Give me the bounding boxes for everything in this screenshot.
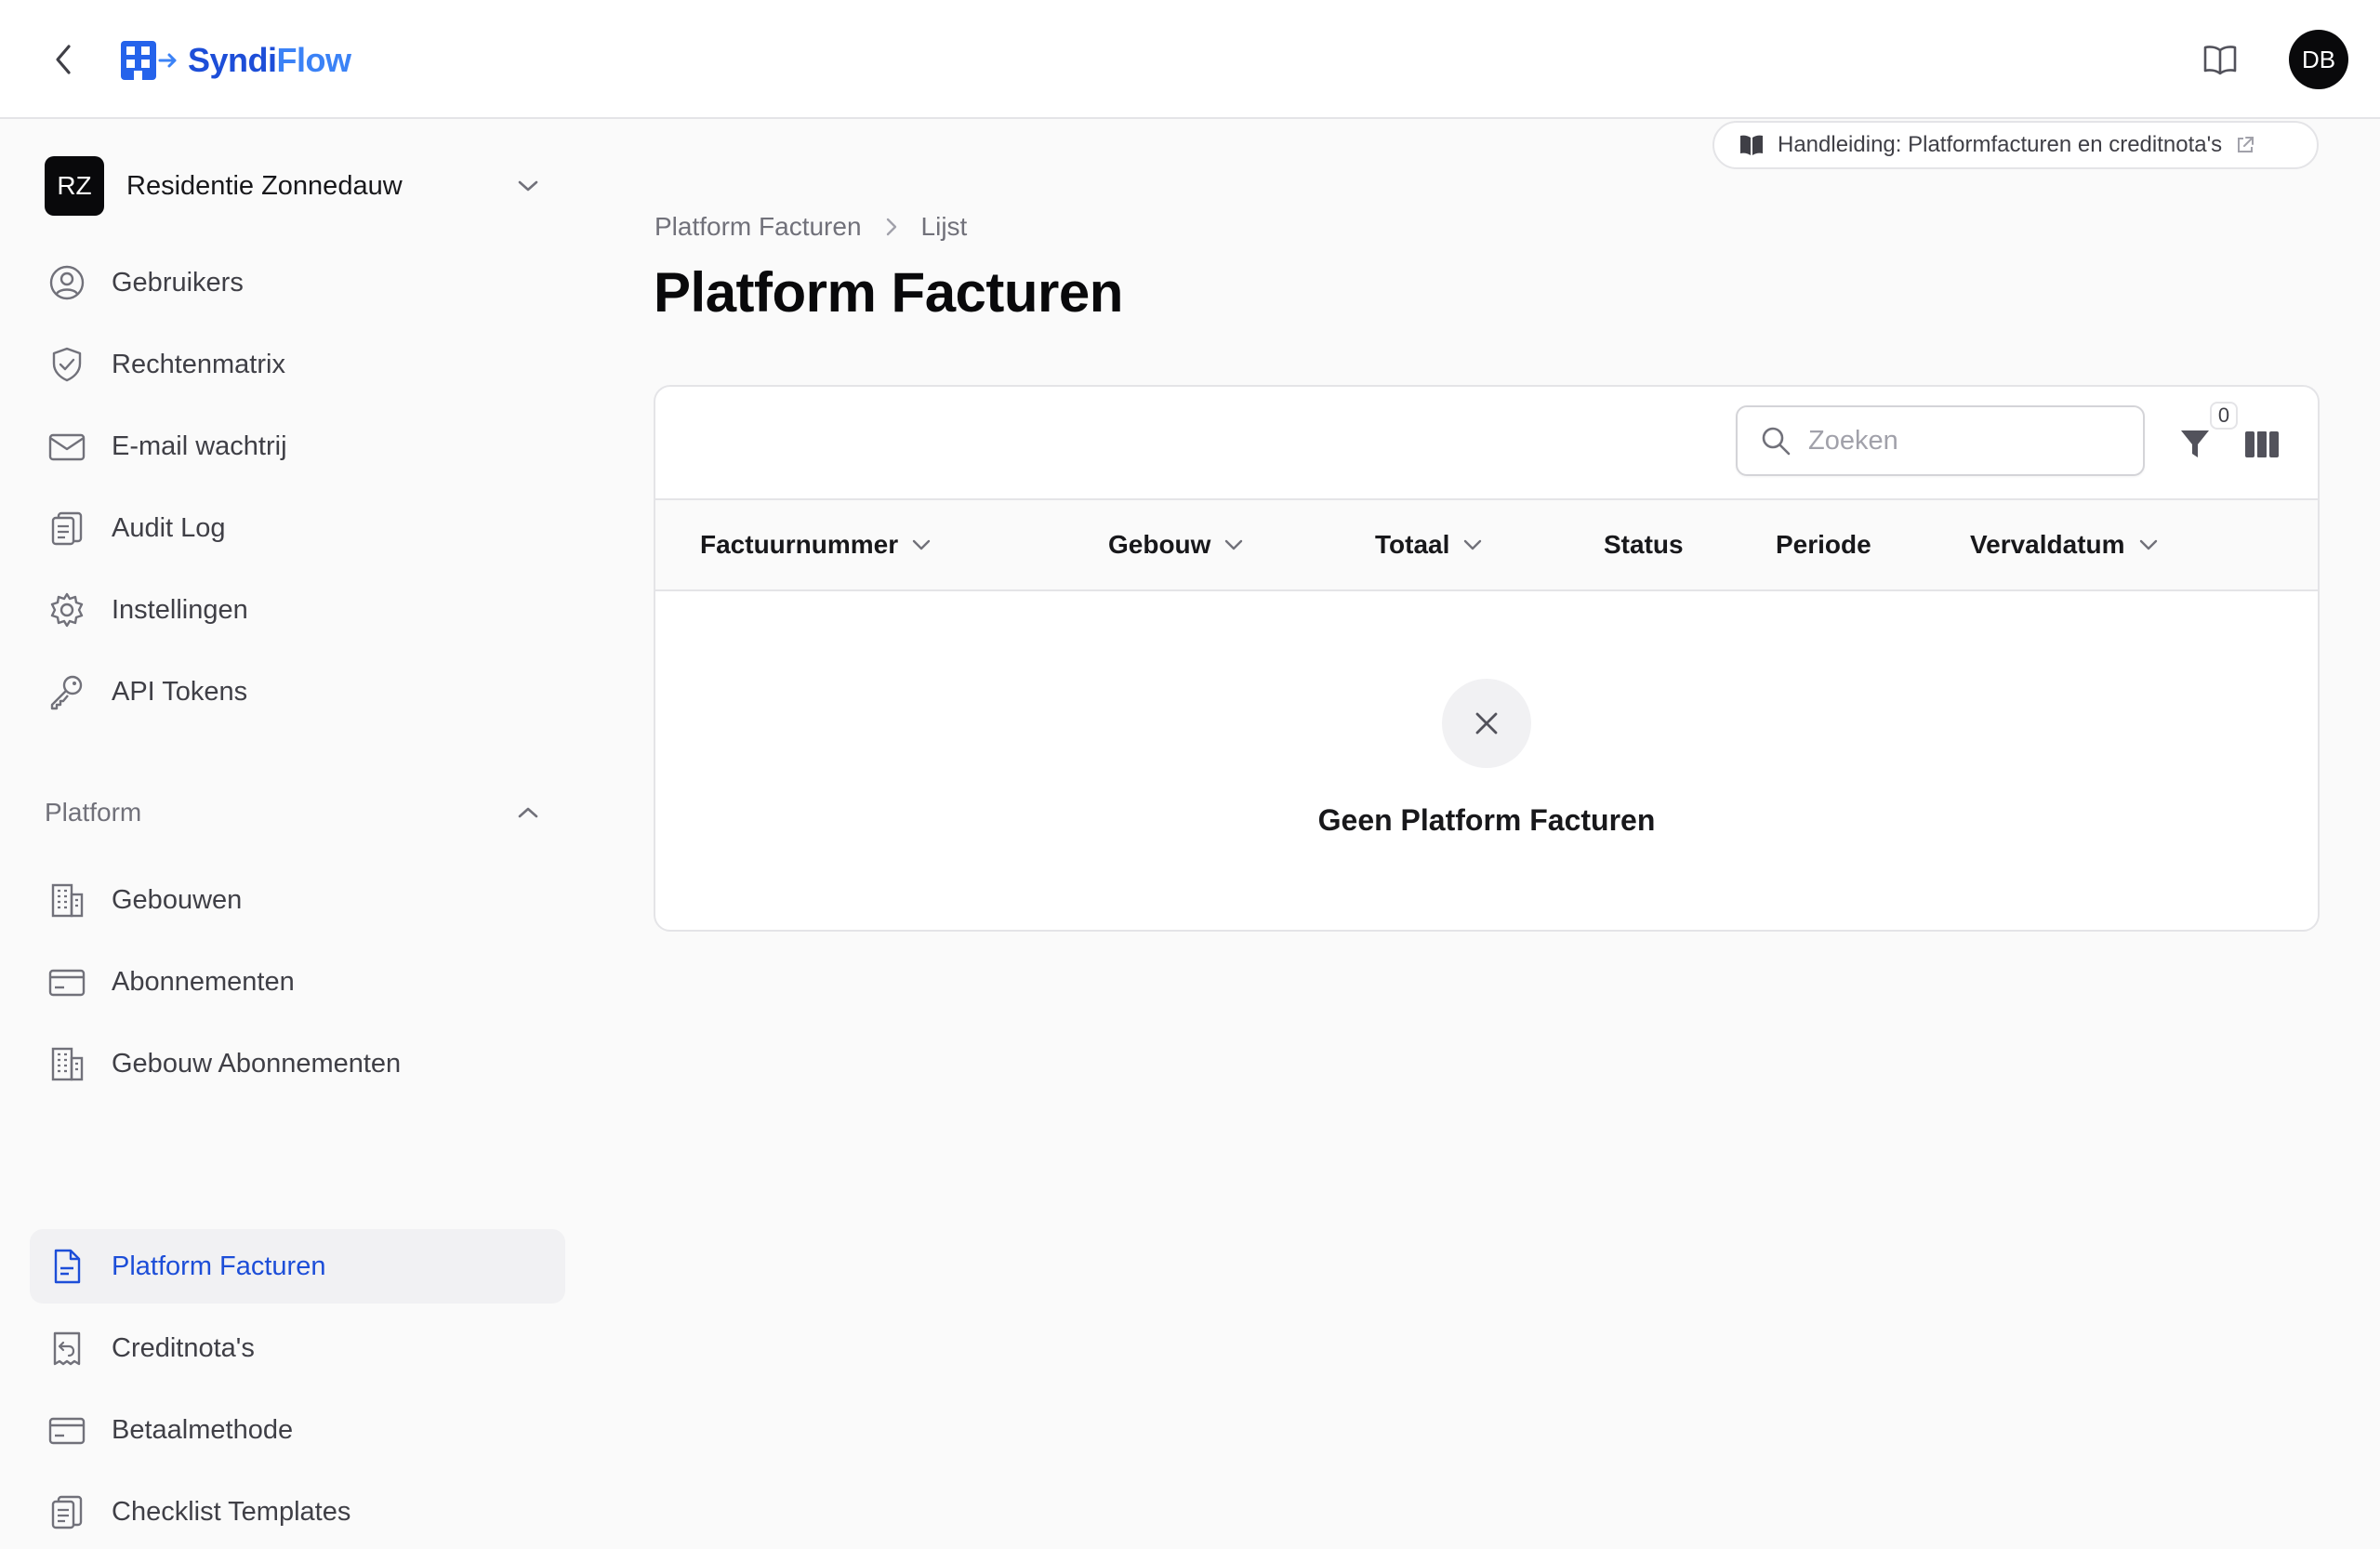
guide-link[interactable]: Handleiding: Platformfacturen en creditn…	[1712, 121, 2319, 169]
sidebar: RZ Residentie Zonnedauw Gebruikers Recht…	[0, 121, 595, 1529]
chevron-down-icon	[912, 539, 931, 550]
credit-card-icon	[46, 961, 87, 1002]
chevron-down-icon	[1464, 539, 1482, 550]
envelope-icon	[46, 426, 87, 467]
app-logo[interactable]: SyndiFlow	[119, 37, 351, 84]
invoices-table-card: 0 Factuurnummer Gebouw Totaal Status Per…	[654, 385, 2320, 932]
sidebar-item-gebouw-abonnementen[interactable]: Gebouw Abonnementen	[30, 1026, 565, 1101]
filter-icon	[2181, 430, 2209, 457]
chevron-right-icon	[886, 218, 896, 236]
tenant-switcher[interactable]: RZ Residentie Zonnedauw	[45, 156, 554, 216]
sidebar-item-api-tokens[interactable]: API Tokens	[30, 655, 565, 729]
search-box[interactable]	[1736, 405, 2145, 476]
user-circle-icon	[46, 262, 87, 303]
user-avatar[interactable]: DB	[2289, 30, 2348, 89]
sidebar-item-label: Abonnementen	[112, 966, 295, 997]
sidebar-item-platform-facturen[interactable]: Platform Facturen	[30, 1229, 565, 1304]
sidebar-item-label: Betaalmethode	[112, 1414, 294, 1445]
gear-icon	[46, 589, 87, 630]
documentation-button[interactable]	[2196, 37, 2244, 82]
search-input[interactable]	[1808, 425, 2124, 457]
logo-icon	[121, 41, 177, 80]
close-icon	[1475, 712, 1498, 735]
sidebar-item-checklist-templates[interactable]: Checklist Templates	[30, 1475, 565, 1549]
table-header: Factuurnummer Gebouw Totaal Status Perio…	[655, 498, 2318, 591]
building-icon	[46, 880, 87, 920]
sidebar-item-label: Audit Log	[112, 512, 226, 543]
column-header-factuurnummer[interactable]: Factuurnummer	[700, 500, 932, 589]
key-icon	[46, 671, 87, 712]
empty-state-message: Geen Platform Facturen	[1317, 803, 1656, 837]
breadcrumb-current: Lijst	[920, 212, 968, 241]
sidebar-item-label: API Tokens	[112, 676, 248, 707]
column-header-label: Periode	[1776, 530, 1871, 559]
document-icon	[46, 1246, 87, 1287]
clipboard-icon	[46, 508, 87, 549]
table-toolbar: 0	[655, 387, 2318, 498]
column-header-periode: Periode	[1776, 500, 1871, 589]
back-button[interactable]	[41, 33, 86, 86]
breadcrumb: Platform Facturen Lijst	[654, 208, 967, 245]
tenant-avatar: RZ	[45, 156, 104, 216]
sidebar-item-abonnementen[interactable]: Abonnementen	[30, 945, 565, 1019]
sidebar-item-email-wachtrij[interactable]: E-mail wachtrij	[30, 409, 565, 483]
page-title: Platform Facturen	[654, 261, 1123, 324]
sidebar-item-label: Instellingen	[112, 594, 248, 625]
sidebar-item-label: Checklist Templates	[112, 1496, 351, 1527]
chevron-down-icon	[518, 180, 538, 192]
sidebar-item-label: Gebouw Abonnementen	[112, 1048, 402, 1079]
top-bar: SyndiFlow DB	[0, 0, 2380, 119]
sidebar-item-rechtenmatrix[interactable]: Rechtenmatrix	[30, 327, 565, 402]
sidebar-item-label: Platform Facturen	[112, 1251, 326, 1281]
column-header-vervaldatum[interactable]: Vervaldatum	[1970, 500, 2159, 589]
sidebar-item-gebouwen[interactable]: Gebouwen	[30, 863, 565, 937]
guide-link-label: Handleiding: Platformfacturen en creditn…	[1778, 132, 2223, 157]
shield-check-icon	[46, 344, 87, 385]
filter-count-badge: 0	[2210, 402, 2238, 430]
sidebar-section-platform[interactable]: Platform	[45, 790, 554, 835]
sidebar-item-label: Gebruikers	[112, 267, 244, 298]
column-header-label: Factuurnummer	[700, 530, 899, 559]
sidebar-item-label: Rechtenmatrix	[112, 349, 285, 379]
book-open-icon	[2203, 46, 2237, 75]
chevron-left-icon	[56, 45, 71, 74]
sidebar-section-title: Platform	[45, 798, 142, 827]
clipboard-icon	[46, 1491, 87, 1532]
tenant-name: Residentie Zonnedauw	[126, 170, 403, 201]
sidebar-item-gebruikers[interactable]: Gebruikers	[30, 245, 565, 320]
search-icon	[1762, 427, 1791, 456]
chevron-up-icon	[518, 807, 538, 818]
building-icon	[46, 1043, 87, 1084]
sidebar-item-betaalmethode[interactable]: Betaalmethode	[30, 1393, 565, 1467]
view-columns-icon	[2245, 431, 2279, 457]
column-header-status: Status	[1604, 500, 1684, 589]
sidebar-item-creditnotas[interactable]: Creditnota's	[30, 1311, 565, 1385]
sidebar-item-instellingen[interactable]: Instellingen	[30, 573, 565, 647]
sidebar-item-label: E-mail wachtrij	[112, 430, 287, 461]
chevron-down-icon	[1225, 539, 1243, 550]
chevron-down-icon	[2139, 539, 2157, 550]
column-header-label: Gebouw	[1108, 530, 1211, 559]
book-icon	[1740, 135, 1763, 155]
column-toggle-button[interactable]	[2238, 420, 2286, 469]
empty-state-icon	[1442, 679, 1531, 768]
credit-card-icon	[46, 1410, 87, 1450]
sidebar-item-label: Gebouwen	[112, 884, 243, 915]
sidebar-item-audit-log[interactable]: Audit Log	[30, 491, 565, 565]
column-header-label: Status	[1604, 530, 1684, 559]
brand-name: SyndiFlow	[188, 41, 351, 79]
column-header-label: Totaal	[1375, 530, 1450, 559]
column-header-label: Vervaldatum	[1970, 530, 2125, 559]
column-header-totaal[interactable]: Totaal	[1375, 500, 1483, 589]
breadcrumb-parent[interactable]: Platform Facturen	[654, 212, 862, 242]
receipt-refund-icon	[46, 1328, 87, 1369]
column-header-gebouw[interactable]: Gebouw	[1108, 500, 1244, 589]
external-link-icon	[2238, 137, 2254, 152]
sidebar-item-label: Creditnota's	[112, 1332, 255, 1363]
